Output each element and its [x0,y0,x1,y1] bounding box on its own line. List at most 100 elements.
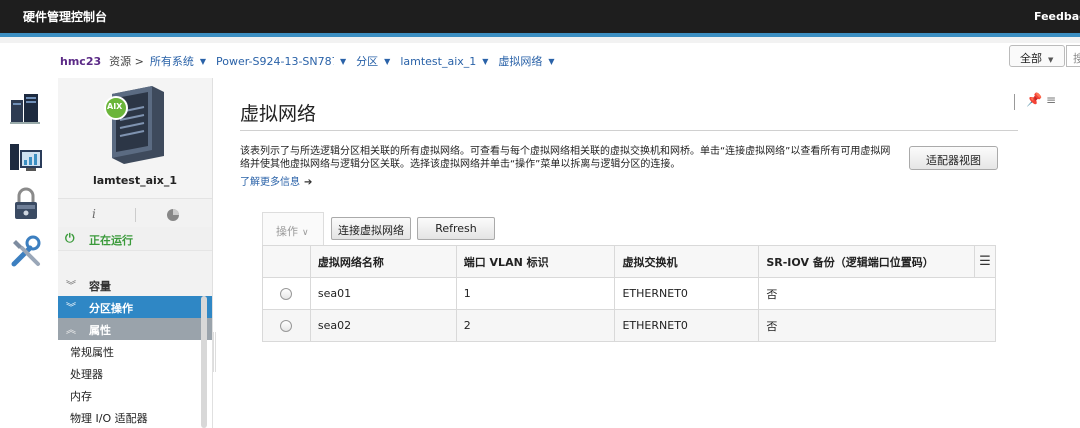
nav-properties[interactable]: ︽ 属性 [58,318,212,340]
breadcrumb-partition[interactable]: lamtest_aix_1 [400,55,476,68]
status-row: ⏻ 正在运行 [58,227,212,251]
divider [1014,94,1015,110]
column-header-vlan-id[interactable]: 端口 VLAN 标识 [455,245,616,278]
scope-select-value: 全部 [1020,52,1042,65]
title-divider [240,130,1018,131]
nav-item-label: 常规属性 [70,346,114,359]
chevron-down-icon[interactable]: ▼ [384,57,390,66]
tools-icon[interactable] [8,234,44,270]
chevron-down-icon: ▼ [1048,56,1054,64]
actions-label: 操作 [276,225,298,238]
chevron-down-icon[interactable]: ▼ [340,57,346,66]
row-select-cell [262,277,311,310]
left-panel: AIX lamtest_aix_1 i ⏻ 正在运行 ︾ 容量 ︾ 分区操作 ︽… [58,78,212,428]
app-title: 硬件管理控制台 [23,10,108,24]
breadcrumb-system[interactable]: Power-S924-13-SN78743D0 [216,55,334,68]
pin-icon[interactable]: 📌 [1026,93,1042,108]
nav-capacity-label: 容量 [89,280,111,293]
subbar [0,37,1080,43]
table-row[interactable]: sea02 2 ETHERNET0 否 [262,309,996,342]
feedback-link[interactable]: Feedback [1034,10,1080,23]
row-select-cell [262,309,311,342]
servers-icon[interactable] [8,90,44,126]
pie-chart-icon[interactable] [166,208,180,222]
table-header-row: 虚拟网络名称 端口 VLAN 标识 虚拟交换机 SR-IOV 备份（逻辑端口位置… [262,245,997,278]
mini-toolbar: i [58,203,212,227]
page-title: 虚拟网络 [240,103,317,125]
left-scrollbar[interactable] [201,296,207,428]
status-text: 正在运行 [89,234,133,247]
nav-properties-label: 属性 [89,324,111,337]
table-cell: ETHERNET0 [614,309,760,342]
refresh-button[interactable]: Refresh [417,217,495,240]
breadcrumb-resources[interactable]: 资源 > [109,53,144,69]
icon-rail [0,78,54,428]
chevron-down-icon[interactable]: ▼ [200,57,206,66]
nav-item-label: 物理 I/O 适配器 [70,412,148,425]
left-nav: ︾ 容量 ︾ 分区操作 ︽ 属性 常规属性 处理器 内存 物理 I/O 适配器 [58,274,212,428]
table-cell: 否 [758,277,996,310]
column-header-virtual-switch[interactable]: 虚拟交换机 [614,245,760,278]
table-cell: 1 [455,277,616,310]
breadcrumb-all-systems[interactable]: 所有系统 [150,53,194,69]
nav-item-label: 处理器 [70,368,103,381]
search-placeholder: 搜 [1073,52,1080,65]
nav-item-physical-io-adapters[interactable]: 物理 I/O 适配器 [58,406,212,428]
table-toolbar: 操作 ∨ 连接虚拟网络 Refresh [262,212,996,245]
page-description: 该表列示了与所选逻辑分区相关联的所有虚拟网络。可查看与每个虚拟网络相关联的虚拟交… [240,146,891,170]
table-cell: 2 [455,309,616,342]
panel-splitter [212,78,213,428]
learn-more-link[interactable]: 了解更多信息 ➔ [240,173,312,188]
row-radio[interactable] [280,288,293,300]
chevron-down-icon[interactable]: ▼ [482,57,488,66]
virtual-networks-table: 虚拟网络名称 端口 VLAN 标识 虚拟交换机 SR-IOV 备份（逻辑端口位置… [262,245,997,342]
breadcrumb-partitions[interactable]: 分区 [356,53,378,69]
column-menu-icon: ☰ [979,254,991,269]
top-bar: 硬件管理控制台 Feedback [0,0,1080,33]
actions-menu-button[interactable]: 操作 ∨ [262,212,324,245]
chevron-double-up-icon: ︽ [66,325,76,336]
menu-icon[interactable]: ≡ [1046,93,1056,107]
column-menu-button[interactable]: ☰ [973,245,997,278]
nav-capacity[interactable]: ︾ 容量 [58,274,212,296]
learn-more-label: 了解更多信息 [240,177,300,188]
monitor-chart-icon[interactable] [8,140,44,176]
server-name: lamtest_aix_1 [92,174,178,187]
nav-item-processors[interactable]: 处理器 [58,362,212,384]
chevron-down-icon[interactable]: ▼ [548,57,554,66]
lock-icon[interactable] [8,186,44,222]
nav-item-memory[interactable]: 内存 [58,384,212,406]
chevron-double-down-icon: ︾ [66,303,76,314]
select-column-header [262,245,311,278]
nav-item-general-properties[interactable]: 常规属性 [58,340,212,362]
server-card: AIX lamtest_aix_1 [58,78,212,199]
divider [135,208,136,222]
table-cell: ETHERNET0 [614,277,760,310]
column-header-network-name[interactable]: 虚拟网络名称 [309,245,457,278]
column-header-sriov-backup[interactable]: SR-IOV 备份（逻辑端口位置码） [758,245,975,278]
table-cell: sea02 [309,309,457,342]
chevron-double-down-icon: ︾ [66,281,76,292]
row-radio[interactable] [280,320,293,332]
breadcrumb-virtual-networks[interactable]: 虚拟网络 [498,53,542,69]
nav-partition-actions[interactable]: ︾ 分区操作 [58,296,212,318]
scope-select[interactable]: 全部 ▼ [1009,45,1065,67]
nav-item-label: 内存 [70,390,92,403]
splitter-handle[interactable] [213,332,216,372]
aix-badge: AIX [107,102,123,111]
breadcrumb: hmc23 资源 > 所有系统 ▼ Power-S924-13-SN78743D… [60,53,565,69]
connect-virtual-network-button[interactable]: 连接虚拟网络 [331,217,411,240]
search-input[interactable]: 搜 [1066,45,1080,67]
table-cell: 否 [758,309,996,342]
table-row[interactable]: sea01 1 ETHERNET0 否 [262,277,996,310]
adapter-view-button[interactable]: 适配器视图 [909,146,998,170]
server-tower-icon [104,86,164,164]
power-icon: ⏻ [65,231,75,245]
info-icon[interactable]: i [92,207,96,221]
table-cell: sea01 [309,277,457,310]
arrow-right-icon: ➔ [304,177,313,188]
chevron-down-icon: ∨ [302,228,309,238]
nav-partition-actions-label: 分区操作 [89,302,133,315]
page-tools: 📌 ≡ [1014,92,1074,112]
breadcrumb-host[interactable]: hmc23 [60,55,101,68]
